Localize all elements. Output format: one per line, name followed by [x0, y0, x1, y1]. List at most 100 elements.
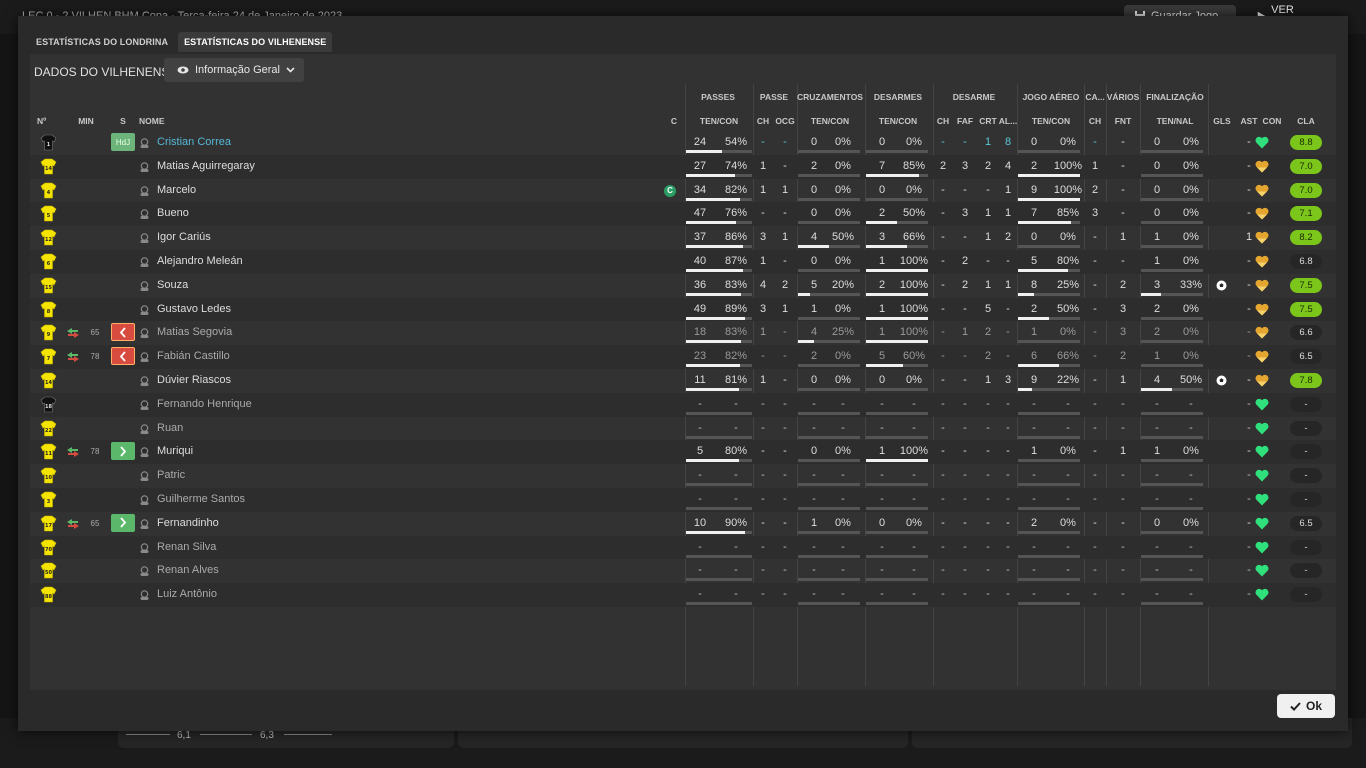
condition-heart-icon — [1255, 232, 1269, 244]
table-row[interactable]: 5 Bueno 47 76% - -0 0% 2 50% -3 1 1 7 85% 3-0 0% -7.1 — [30, 202, 1336, 227]
match-rating: 8.2 — [1290, 230, 1322, 246]
col-header-desarme-faf[interactable]: FAF — [957, 116, 973, 126]
player-name[interactable]: Souza — [157, 274, 188, 298]
player-name[interactable]: Renan Silva — [157, 536, 216, 560]
tackles-key: - — [941, 255, 945, 267]
col-header-rating[interactable]: CLA — [1297, 116, 1314, 126]
table-row[interactable]: 14 Matias Aguirregaray 27 74% 1-2 0% 7 85% 2 3 2 4 2… — [30, 154, 1336, 179]
table-row[interactable]: 8 Gustavo Ledes 49 89% 3 1 1 0% 1 100% - -5-2 50% -3 2… — [30, 297, 1336, 322]
empty-stat: - — [1093, 469, 1097, 482]
col-header-condition[interactable]: CON — [1263, 116, 1282, 126]
stat-bar — [866, 578, 928, 582]
tab-londrina-stats[interactable]: ESTATÍSTICAS DO LONDRINA — [30, 32, 174, 52]
table-row[interactable]: 6 Alejandro Meleán 40 87% 1-0 0% 1 100% -2- -5 80%… — [30, 250, 1336, 274]
player-name[interactable]: Muriqui — [157, 440, 193, 464]
col-header-passe-ocg[interactable]: OCG — [775, 116, 794, 126]
stat-bar — [1018, 578, 1080, 582]
col-header-captain[interactable]: C — [671, 116, 677, 126]
player-name[interactable]: Ruan — [157, 417, 183, 441]
table-row[interactable]: 88 Luiz Antônio - - - - - - - - - - - - - - - - - - - - — [30, 583, 1336, 607]
table-row[interactable]: 11 78 Muriqui 5 80% - -0 0% 1 100% - - - -1 0% -1 1 0% - - — [30, 440, 1336, 465]
player-name[interactable]: Renan Alves — [157, 559, 219, 583]
col-header-jogo-aereo-tencon[interactable]: TEN/CON — [1032, 116, 1070, 126]
table-row[interactable]: 14 Dúvier Riascos 11 81% 1-0 0% 0 0% - -1 3 9 22% -1 4… — [30, 369, 1336, 393]
empty-stat: - — [761, 397, 765, 410]
table-row[interactable]: 17 65 Fernandinho 10 90% - -1 0% 0 0% - - - -2 0% - -0 0%… — [30, 512, 1336, 536]
stat-bar — [1141, 340, 1203, 344]
player-name[interactable]: Luiz Antônio — [157, 583, 217, 607]
empty-stat: - — [761, 469, 765, 482]
player-name[interactable]: Cristian Correa — [157, 131, 231, 155]
stat-bar — [1141, 554, 1203, 558]
view-dropdown[interactable]: Informação Geral — [164, 58, 304, 82]
col-header-varios-fnt[interactable]: FNT — [1115, 116, 1132, 126]
col-header-name[interactable]: NOME — [139, 116, 165, 126]
table-row[interactable]: 1 HdJ Cristian Correa 24 54% - -0 0% 0 0% - -1 8 0 0% -… — [30, 131, 1336, 155]
table-row[interactable]: 3 Guilherme Santos - - - - - - - - - - - - - - - - - - - - — [30, 488, 1336, 512]
stat-bar-fill — [686, 388, 740, 391]
fouls: - — [963, 183, 967, 196]
table-row[interactable]: 70 Renan Silva - - - - - - - - - - - - - - - - - - - - — [30, 535, 1336, 560]
table-row[interactable]: 10 Patric - - - - - - - - - - - - - - - - - - - - — [30, 464, 1336, 488]
empty-stat: - — [941, 421, 945, 434]
tab-vilhenense-stats[interactable]: ESTATÍSTICAS DO VILHENENSE — [178, 32, 333, 52]
table-row[interactable]: 7 78 Fabián Castillo 23 82% - -2 0% 5 60% - -2-6 66%… — [30, 345, 1336, 369]
col-header-desarme-crt[interactable]: CRT — [979, 116, 996, 126]
col-header-passe-ch[interactable]: CH — [757, 116, 769, 126]
shirt-number: 14 — [45, 166, 52, 172]
col-header-ca-ch[interactable]: CH — [1089, 116, 1101, 126]
player-name[interactable]: Dúvier Riascos — [157, 369, 231, 393]
table-row[interactable]: 18 Fernando Henrique - - - - - - - - - - - - - - - - - - - - — [30, 392, 1336, 417]
empty-stat: - — [1247, 421, 1251, 434]
scale-line — [126, 734, 170, 735]
interceptions: 1 — [984, 278, 992, 291]
col-header-passes-tencon[interactable]: TEN/CON — [700, 116, 738, 126]
player-name[interactable]: Marcelo — [157, 179, 196, 203]
stat-bar-fill — [686, 197, 741, 201]
col-header-status[interactable]: S — [120, 116, 126, 126]
empty-stat: - — [963, 564, 967, 577]
chances-created: - — [783, 255, 787, 267]
player-name[interactable]: Igor Cariús — [157, 226, 211, 250]
scale-line — [284, 734, 332, 735]
ok-button[interactable]: Ok — [1277, 694, 1335, 718]
player-name[interactable]: Fabián Castillo — [157, 345, 230, 369]
empty-stat: - — [941, 540, 945, 553]
table-row[interactable]: 22 Ruan - - - - - - - - - - - - - - - - - - - - — [30, 417, 1336, 441]
player-name[interactable]: Bueno — [157, 202, 189, 226]
stat-bar — [866, 150, 928, 153]
col-header-assists[interactable]: AST — [1241, 116, 1258, 126]
player-name[interactable]: Matias Segovia — [157, 321, 232, 345]
player-name[interactable]: Guilherme Santos — [157, 488, 245, 512]
shirt-icon: 15 — [40, 277, 57, 294]
match-rating: 6.8 — [1290, 254, 1322, 269]
empty-stat: - — [1247, 564, 1251, 577]
shirt-icon: 11 — [40, 444, 57, 460]
col-header-desarme-al[interactable]: AL... — [999, 116, 1017, 126]
stat-bar — [686, 411, 752, 415]
table-row[interactable]: 50 Renan Alves - - - - - - - - - - - - - - - - - - - - — [30, 559, 1336, 583]
table-row[interactable]: 15 Souza 36 83% 4 2 5 20% 2 100% -2 1 1 8 25% -2 3 33% -7.… — [30, 274, 1336, 298]
eye-icon — [177, 66, 189, 74]
player-name[interactable]: Gustavo Ledes — [157, 298, 231, 322]
col-header-finalizacao-tennal[interactable]: TEN/NAL — [1157, 116, 1194, 126]
fouls: - — [963, 516, 967, 529]
col-header-desarme-ch[interactable]: CH — [937, 116, 949, 126]
table-row[interactable]: 4 Marcelo C 34 82% 1 1 0 0% 0 0% - - -1 9 100% 2-0 0% -7.0 — [30, 179, 1336, 203]
col-header-number[interactable]: Nº — [37, 116, 46, 126]
table-row[interactable]: 12 Igor Cariús 37 86% 3 1 4 50% 3 66% - -1 2 0 0% -1 1 0%… — [30, 226, 1336, 250]
player-name[interactable]: Alejandro Meleán — [157, 250, 243, 274]
col-header-desarmes-tencon[interactable]: TEN/CON — [879, 116, 917, 126]
player-name[interactable]: Fernandinho — [157, 512, 219, 536]
empty-stat: - — [783, 493, 787, 505]
col-header-minutes[interactable]: MIN — [78, 116, 94, 126]
stat-bar-fill — [866, 364, 904, 368]
cards: 3 — [1091, 207, 1099, 220]
player-name[interactable]: Fernando Henrique — [157, 393, 252, 417]
table-row[interactable]: 9 65 Matias Segovia 18 83% 1-4 25% 1 100% -1 2-1 0%… — [30, 321, 1336, 345]
col-header-cruzamentos-tencon[interactable]: TEN/CON — [811, 116, 849, 126]
col-header-goals[interactable]: GLS — [1213, 116, 1230, 126]
fouls-against: 2 — [1119, 278, 1127, 291]
player-name[interactable]: Patric — [157, 464, 185, 488]
player-name[interactable]: Matias Aguirregaray — [157, 155, 255, 179]
